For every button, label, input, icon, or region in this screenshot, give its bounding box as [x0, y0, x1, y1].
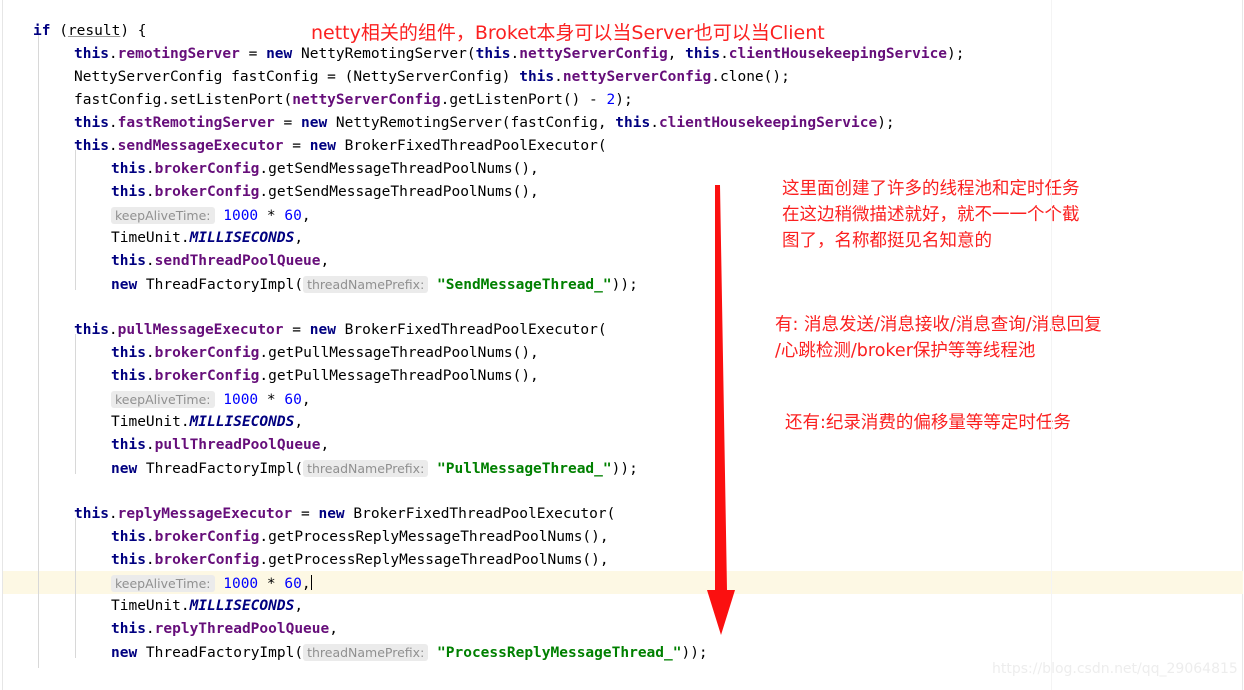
annotation-right-pool-list: 有: 消息发送/消息接收/消息查询/消息回复/心跳检测/broker保护等等线程…: [775, 312, 1102, 364]
code-line: this.brokerConfig.getProcessReplyMessage…: [111, 529, 609, 545]
code-line: fastConfig.setListenPort(nettyServerConf…: [74, 92, 633, 108]
code-line: this.fastRemotingServer = new NettyRemot…: [74, 115, 895, 131]
code-editor-screenshot: if (result) {this.remotingServer = new N…: [0, 0, 1244, 690]
code-line: this.brokerConfig.getProcessReplyMessage…: [111, 552, 609, 568]
code-line: NettyServerConfig fastConfig = (NettySer…: [74, 69, 790, 85]
code-line: TimeUnit.MILLISECONDS,: [111, 230, 304, 246]
code-line: this.replyMessageExecutor = new BrokerFi…: [74, 506, 616, 522]
code-line: keepAliveTime: 1000 * 60,: [111, 572, 312, 595]
watermark-guide-line: [1051, 0, 1052, 690]
code-line: this.pullThreadPoolQueue,: [111, 437, 330, 453]
code-line: keepAliveTime: 1000 * 60,: [111, 388, 311, 411]
code-line: this.sendThreadPoolQueue,: [111, 253, 330, 269]
code-line: new ThreadFactoryImpl(threadNamePrefix: …: [111, 460, 638, 477]
code-line: if (result) {: [33, 23, 147, 39]
annotation-right-thread-pools: 这里面创建了许多的线程池和定时任务 在这边稍微描述就好，就不一一个个截 图了，名称都…: [782, 176, 1080, 254]
code-line: this.sendMessageExecutor = new BrokerFix…: [74, 138, 607, 154]
red-arrow-annotation: [707, 185, 735, 635]
code-line: this.brokerConfig.getSendMessageThreadPo…: [111, 184, 539, 200]
watermark-text: https://blog.csdn.net/qq_29064815: [992, 661, 1238, 677]
code-line: keepAliveTime: 1000 * 60,: [111, 204, 311, 227]
code-line: this.brokerConfig.getSendMessageThreadPo…: [111, 161, 539, 177]
code-line: TimeUnit.MILLISECONDS,: [111, 598, 304, 614]
annotation-right-2-text: 有: 消息发送/消息接收/消息查询/消息回复/心跳检测/broker保护等等线程…: [775, 315, 1102, 361]
annotation-top: netty相关的组件，Broket本身可以当Server也可以当Client: [311, 22, 825, 44]
code-line: TimeUnit.MILLISECONDS,: [111, 414, 304, 430]
code-line: new ThreadFactoryImpl(threadNamePrefix: …: [111, 644, 708, 661]
code-line: this.brokerConfig.getPullMessageThreadPo…: [111, 368, 539, 384]
annotation-right-scheduled-tasks: 还有:纪录消费的偏移量等等定时任务: [785, 413, 1071, 433]
code-line: this.brokerConfig.getPullMessageThreadPo…: [111, 345, 539, 361]
code-line: new ThreadFactoryImpl(threadNamePrefix: …: [111, 276, 638, 293]
code-line: this.replyThreadPoolQueue,: [111, 621, 338, 637]
annotation-right-1-text: 这里面创建了许多的线程池和定时任务 在这边稍微描述就好，就不一一个个截 图了，名称都…: [782, 179, 1080, 251]
code-line: this.pullMessageExecutor = new BrokerFix…: [74, 322, 607, 338]
